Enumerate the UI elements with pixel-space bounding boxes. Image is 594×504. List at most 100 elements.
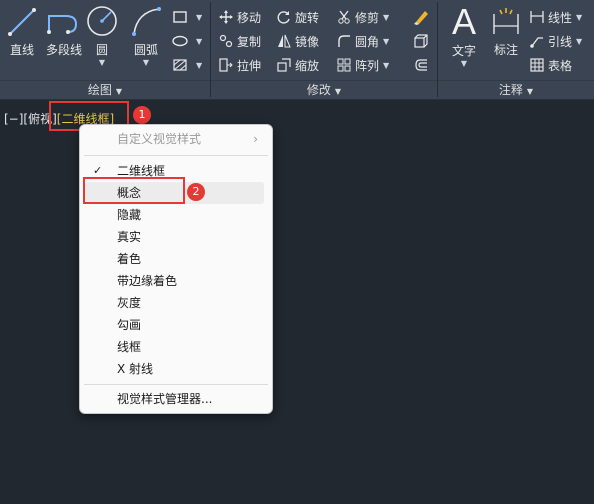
rotate-label: 旋转	[295, 10, 320, 25]
scale-label: 缩放	[295, 58, 320, 73]
dimension-label: 标注	[493, 43, 518, 57]
rectangle-button[interactable]: ▼	[172, 7, 202, 27]
polyline-icon	[47, 15, 78, 34]
callout-badge-2: 2	[187, 183, 205, 201]
array-dropdown-icon[interactable]: ▼	[383, 61, 389, 70]
stretch-label: 拉伸	[237, 58, 262, 73]
arc-label: 圆弧	[133, 43, 158, 57]
circle-button[interactable]: 圆 ▼	[84, 4, 120, 67]
explode-icon	[414, 34, 428, 48]
annotation-panel-title-label: 注释	[498, 83, 523, 97]
leader-label: 引线	[548, 34, 573, 49]
draw-panel-caret-icon: ▼	[115, 87, 123, 96]
copy-label: 复制	[237, 34, 262, 49]
rectangle-icon	[173, 11, 187, 23]
leader-dropdown-icon[interactable]: ▼	[576, 37, 582, 46]
menu-item-visual-styles-manager[interactable]: 视觉样式管理器...	[80, 388, 272, 410]
draw-panel: 直线 多段线 圆 ▼ 圆弧 ▼ ▼ ▼ ▼ 绘图 ▼	[0, 0, 210, 99]
annotation-panel-title[interactable]: 注释 ▼	[438, 80, 594, 99]
menu-item-label: 灰度	[117, 296, 142, 310]
menu-item-shades-of-gray[interactable]: 灰度	[80, 292, 272, 314]
menu-item-label: 线框	[117, 340, 142, 354]
scale-button[interactable]: 缩放	[277, 55, 319, 75]
conceptual-highlight	[83, 177, 185, 204]
menu-item-custom-visual-style-label: 自定义视觉样式	[117, 132, 202, 146]
hatch-button[interactable]: ▼	[172, 55, 202, 75]
menu-item-label: 二维线框	[117, 164, 166, 178]
fillet-button[interactable]: 圆角 ▼	[337, 31, 389, 51]
hatch-dropdown-icon[interactable]: ▼	[196, 61, 202, 70]
modify-panel-title[interactable]: 修改 ▼	[211, 80, 437, 99]
menu-item-custom-visual-style[interactable]: 自定义视觉样式 ›	[80, 128, 272, 150]
move-icon	[219, 10, 233, 24]
callout-badge-1: 1	[133, 106, 151, 124]
menu-item-wireframe[interactable]: 线框	[80, 336, 272, 358]
trim-button[interactable]: 修剪 ▼	[337, 7, 389, 27]
draw-panel-title[interactable]: 绘图 ▼	[0, 80, 210, 99]
linear-dropdown-icon[interactable]: ▼	[576, 13, 582, 22]
ellipse-icon	[172, 35, 188, 47]
menu-item-label: 隐藏	[117, 208, 142, 222]
ellipse-button[interactable]: ▼	[172, 31, 202, 51]
menu-item-x-ray[interactable]: X 射线	[80, 358, 272, 380]
linear-button[interactable]: 线性 ▼	[530, 7, 582, 27]
menu-item-label: 着色	[117, 252, 142, 266]
menu-item-sketchy[interactable]: 勾画	[80, 314, 272, 336]
offset-button[interactable]	[413, 55, 433, 75]
text-icon: A	[451, 1, 476, 42]
erase-button[interactable]	[413, 7, 433, 27]
array-label: 阵列	[355, 58, 380, 73]
linear-dimension-icon	[530, 11, 544, 23]
polyline-button[interactable]: 多段线	[42, 4, 86, 58]
dimension-icon	[493, 8, 519, 34]
mirror-button[interactable]: 镜像	[277, 31, 319, 51]
menu-item-realistic[interactable]: 真实	[80, 226, 272, 248]
stretch-button[interactable]: 拉伸	[219, 55, 261, 75]
menu-item-shaded[interactable]: 着色	[80, 248, 272, 270]
menu-item-hidden[interactable]: 隐藏	[80, 204, 272, 226]
explode-button[interactable]	[413, 31, 433, 51]
array-button[interactable]: 阵列 ▼	[337, 55, 389, 75]
rectangle-dropdown-icon[interactable]: ▼	[196, 13, 202, 22]
line-icon	[8, 8, 36, 36]
hatch-icon	[173, 59, 187, 71]
circle-label: 圆	[95, 43, 108, 57]
copy-button[interactable]: 复制	[219, 31, 261, 51]
draw-panel-title-label: 绘图	[87, 83, 112, 97]
ellipse-dropdown-icon[interactable]: ▼	[196, 37, 202, 46]
line-button[interactable]: 直线	[4, 4, 40, 58]
move-button[interactable]: 移动	[219, 7, 261, 27]
circle-dropdown-icon[interactable]: ▼	[84, 58, 120, 67]
text-button[interactable]: A 文字 ▼	[446, 1, 482, 69]
menu-item-shaded-with-edges[interactable]: 带边缘着色	[80, 270, 272, 292]
arc-button[interactable]: 圆弧 ▼	[126, 4, 166, 67]
menu-divider	[84, 384, 268, 385]
leader-icon	[530, 37, 543, 48]
menu-divider	[84, 155, 268, 156]
visual-style-menu: 自定义视觉样式 › ✓ 二维线框 概念 隐藏 真实 着色 带边缘着色 灰度 勾画…	[79, 124, 273, 414]
table-button[interactable]: 表格	[530, 55, 572, 75]
stretch-icon	[219, 58, 233, 72]
text-label: 文字	[451, 44, 476, 58]
linear-label: 线性	[548, 10, 573, 25]
polyline-label: 多段线	[45, 43, 82, 57]
offset-icon	[415, 59, 427, 71]
fillet-icon	[338, 35, 350, 47]
text-dropdown-icon[interactable]: ▼	[446, 59, 482, 68]
arc-dropdown-icon[interactable]: ▼	[126, 58, 166, 67]
submenu-arrow-icon: ›	[253, 132, 258, 146]
menu-item-label: 带边缘着色	[117, 274, 178, 288]
leader-button[interactable]: 引线 ▼	[530, 31, 582, 51]
fillet-dropdown-icon[interactable]: ▼	[383, 37, 389, 46]
array-icon	[337, 58, 351, 72]
trim-dropdown-icon[interactable]: ▼	[383, 13, 389, 22]
ribbon: 直线 多段线 圆 ▼ 圆弧 ▼ ▼ ▼ ▼ 绘图 ▼ 移动 旋转 修剪 ▼ 复制…	[0, 0, 594, 100]
mirror-icon	[278, 34, 291, 48]
table-icon	[530, 58, 544, 72]
rotate-button[interactable]: 旋转	[277, 7, 319, 27]
scale-icon	[277, 58, 291, 72]
modify-panel: 移动 旋转 修剪 ▼ 复制 镜像 圆角 ▼ 拉伸 缩放 阵列 ▼ 修改 ▼	[211, 0, 437, 99]
menu-item-label: 视觉样式管理器...	[117, 392, 213, 406]
modify-panel-caret-icon: ▼	[334, 87, 342, 96]
dimension-button[interactable]: 标注	[488, 4, 524, 58]
